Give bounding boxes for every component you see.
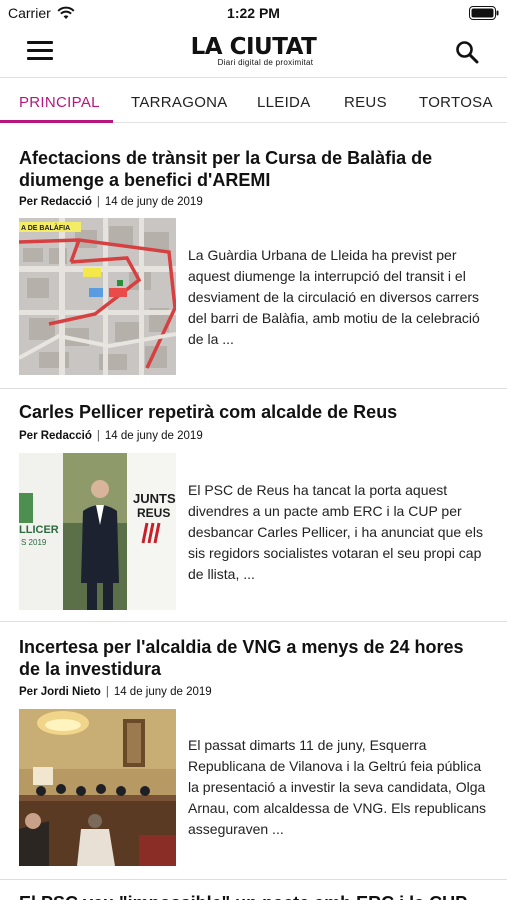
battery-icon bbox=[469, 6, 499, 20]
logo[interactable]: LA CIUTAT Diari digital de proximitat bbox=[0, 34, 507, 68]
article-excerpt: La Guàrdia Urbana de Lleida ha previst p… bbox=[188, 247, 480, 347]
status-time: 1:22 PM bbox=[227, 5, 280, 21]
status-bar: Carrier 1:22 PM bbox=[0, 0, 507, 28]
article-date: 14 de juny de 2019 bbox=[113, 686, 212, 698]
article-excerpt: El passat dimarts 11 de juny, Esquerra R… bbox=[188, 737, 487, 837]
search-icon[interactable] bbox=[455, 40, 479, 64]
article-author: Per Redacció bbox=[19, 430, 92, 442]
article-author: Per Jordi Nieto bbox=[19, 686, 101, 698]
article-meta: Per Redacció | 14 de juny de 2019 bbox=[19, 430, 203, 442]
article-title[interactable]: Carles Pellicer repetirà com alcalde de … bbox=[19, 401, 489, 423]
banner-right-label2: REUS bbox=[137, 506, 170, 520]
article-date: 14 de juny de 2019 bbox=[104, 430, 203, 442]
section-tabs: PRINCIPAL TARRAGONA LLEIDA REUS TORTOSA bbox=[0, 79, 507, 123]
article-image-portrait[interactable]: LLICER S 2019 JUNTS REUS bbox=[19, 453, 176, 610]
article-card[interactable]: Incertesa per l'alcaldia de VNG a menys … bbox=[0, 622, 507, 880]
banner-left-label: LLICER bbox=[19, 524, 59, 536]
article-title[interactable]: Afectacions de trànsit per la Cursa de B… bbox=[19, 147, 489, 191]
article-title[interactable]: Incertesa per l'alcaldia de VNG a menys … bbox=[19, 636, 489, 680]
article-title[interactable]: El PSC veu "impossible" un pacte amb ERC… bbox=[19, 892, 489, 900]
logo-subtitle: Diari digital de proximitat bbox=[217, 58, 314, 67]
article-meta: Per Jordi Nieto | 14 de juny de 2019 bbox=[19, 686, 212, 698]
article-card[interactable]: El PSC veu "impossible" un pacte amb ERC… bbox=[0, 880, 507, 900]
article-card[interactable]: Afectacions de trànsit per la Cursa de B… bbox=[0, 124, 507, 389]
article-date: 14 de juny de 2019 bbox=[104, 196, 203, 208]
tab-lleida[interactable]: LLEIDA bbox=[257, 79, 311, 123]
article-excerpt: El PSC de Reus ha tancat la porta aquest… bbox=[188, 482, 483, 582]
banner-left-year: S 2019 bbox=[21, 538, 47, 547]
banner-right-label: JUNTS bbox=[133, 491, 176, 506]
logo-title: LA CIUTAT bbox=[190, 34, 317, 60]
app-header: LA CIUTAT Diari digital de proximitat bbox=[0, 28, 507, 78]
tab-tarragona[interactable]: TARRAGONA bbox=[131, 79, 228, 123]
tab-principal[interactable]: PRINCIPAL bbox=[19, 79, 100, 123]
article-card[interactable]: Carles Pellicer repetirà com alcalde de … bbox=[0, 389, 507, 622]
article-image-council-hall[interactable] bbox=[19, 709, 176, 866]
article-author: Per Redacció bbox=[19, 196, 92, 208]
tab-tortosa[interactable]: TORTOSA bbox=[419, 79, 493, 123]
article-image-map[interactable]: A DE BALÀFIA bbox=[19, 218, 176, 375]
active-tab-indicator bbox=[0, 120, 113, 123]
tab-reus[interactable]: REUS bbox=[344, 79, 387, 123]
map-label: A DE BALÀFIA bbox=[21, 223, 70, 232]
article-meta: Per Redacció | 14 de juny de 2019 bbox=[19, 196, 203, 208]
